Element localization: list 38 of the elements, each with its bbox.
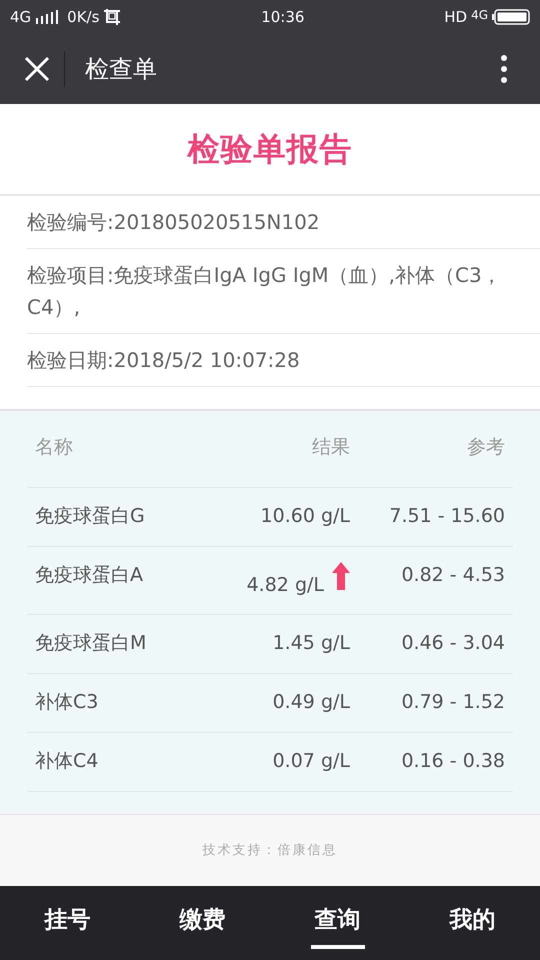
battery-icon xyxy=(492,9,530,26)
table-cell-text: 免疫球蛋白G xyxy=(35,504,146,530)
column-header: 名称 xyxy=(35,435,74,460)
info-text: 检验编号:201805020515N102 xyxy=(27,196,540,250)
table-cell-text: 0.79 - 1.52 xyxy=(400,690,505,716)
table-cell-text: 0.82 - 4.53 xyxy=(400,563,505,588)
table-cell-text: 0.07 g/L xyxy=(272,749,350,774)
table-cell-text: 4.82 g/L xyxy=(246,573,324,598)
info-text: 检验项目:免疫球蛋白IgA IgG IgM（血）,补体（C3，C4）, xyxy=(27,249,540,334)
tab[interactable]: 缴费 xyxy=(176,896,230,950)
table-cell-text: 0.16 - 0.38 xyxy=(400,749,505,774)
network-label: 4G xyxy=(471,6,488,24)
tab[interactable]: 我的 xyxy=(446,896,500,950)
hd-label: HD xyxy=(444,6,468,28)
page-title: 检查单 xyxy=(85,54,158,86)
screenshot-icon xyxy=(103,8,122,26)
report-heading: 检验单报告 xyxy=(188,129,352,170)
table-cell-text: 补体C4 xyxy=(35,749,100,774)
more-icon[interactable] xyxy=(500,54,508,84)
info-text: 检验日期:2018/5/2 10:07:28 xyxy=(27,334,540,388)
table-cell-text: 0.49 g/L xyxy=(272,690,350,716)
network-label: 4G xyxy=(10,6,32,28)
tab[interactable]: 挂号 xyxy=(40,896,94,950)
table-cell-text: 7.51 - 15.60 xyxy=(388,504,505,530)
table-cell-text: 免疫球蛋白A xyxy=(35,563,144,588)
signal-icon xyxy=(35,9,60,26)
tab[interactable]: 查询 xyxy=(310,896,364,950)
table-cell-text: 免疫球蛋白M xyxy=(35,631,148,656)
table-cell-text: 10.60 g/L xyxy=(260,504,350,530)
time-label: 10:36 xyxy=(261,6,304,28)
column-header: 参考 xyxy=(466,435,505,460)
close-icon[interactable] xyxy=(24,56,50,82)
table-cell-text: 0.46 - 3.04 xyxy=(400,631,505,656)
column-header: 结果 xyxy=(311,435,350,460)
table-cell-text: 补体C3 xyxy=(35,690,100,716)
speed-label: 0K/s xyxy=(67,6,100,28)
table-cell-text: 1.45 g/L xyxy=(272,631,350,656)
footer-text: 技术支持：倍康信息 xyxy=(202,842,338,860)
